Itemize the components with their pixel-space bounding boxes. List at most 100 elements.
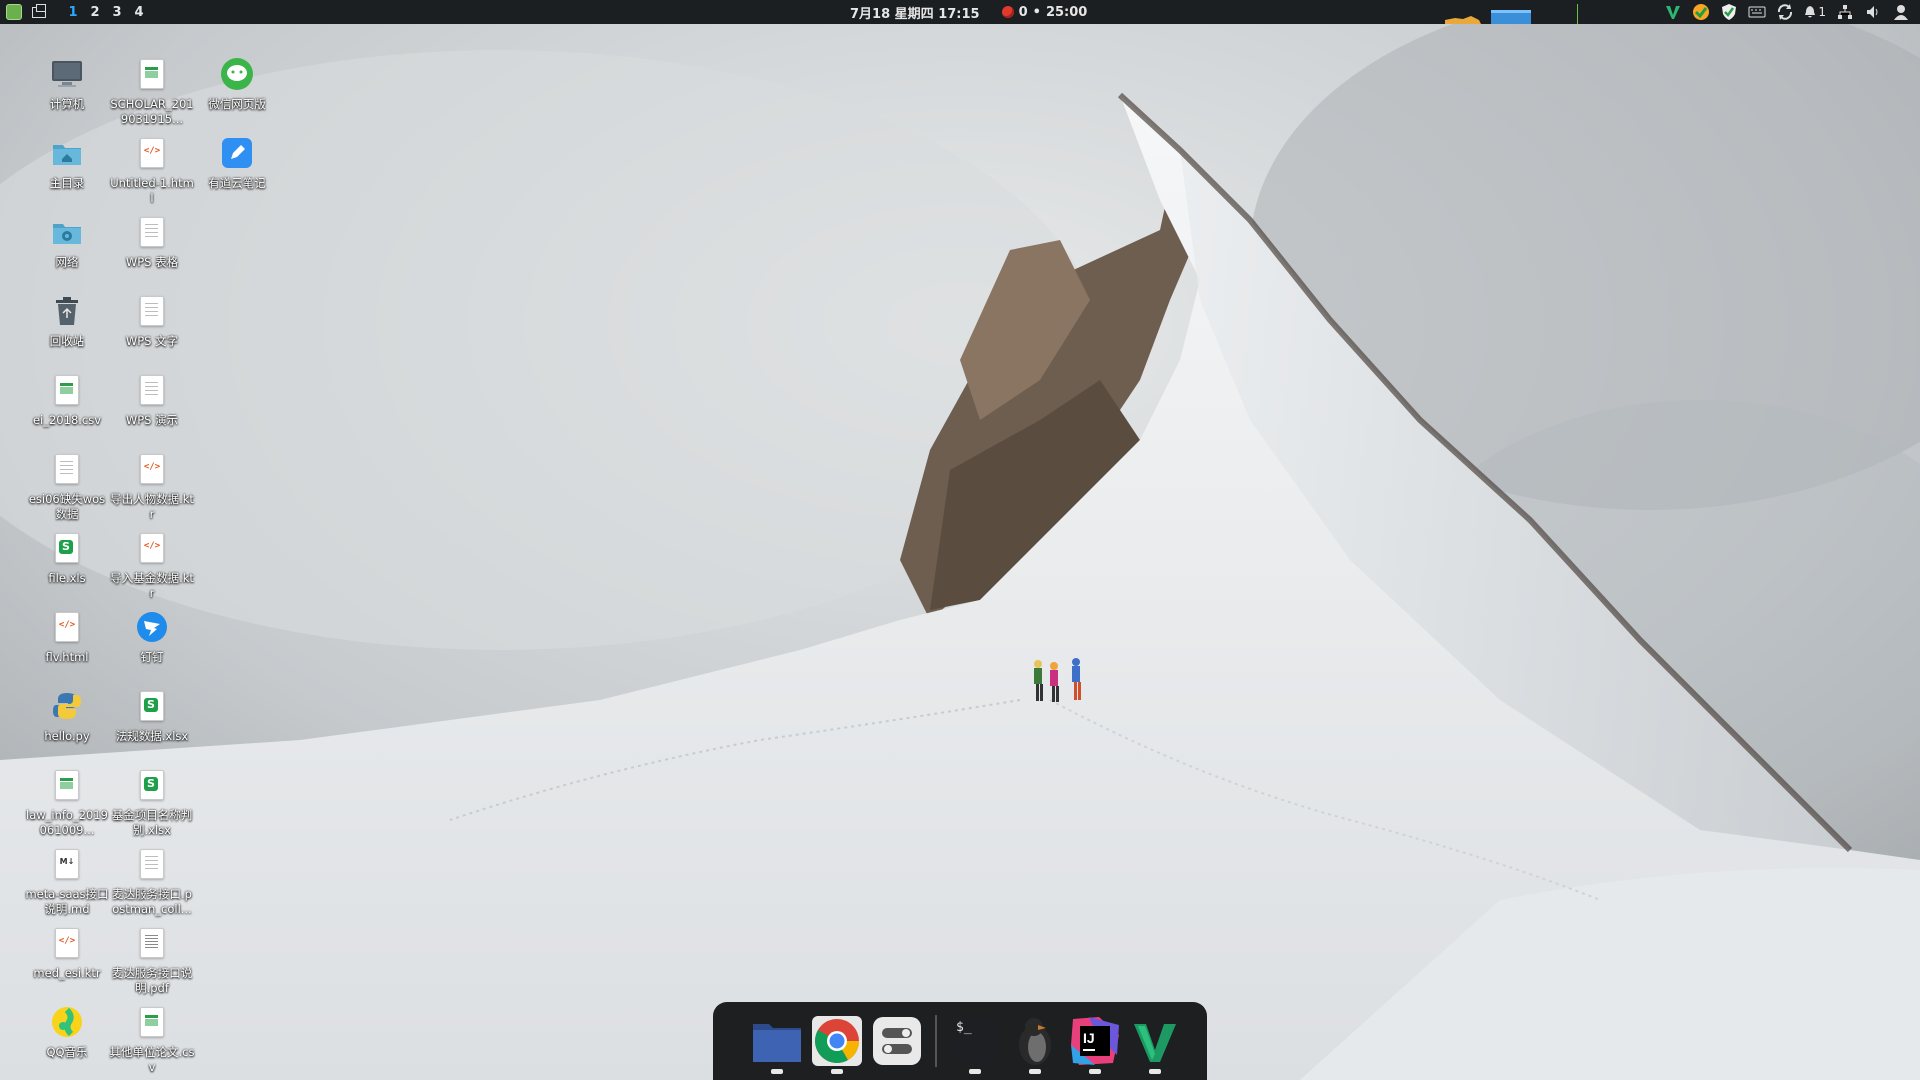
desktop-icon-home[interactable]: 主目录 — [24, 119, 110, 191]
dock-intellij-idea[interactable]: IJ — [1069, 1010, 1121, 1074]
file-manager-icon — [753, 1024, 801, 1062]
desktop-icon-import-fund-ktr[interactable]: 导入基金数据.ktr — [109, 514, 195, 601]
workspace-3[interactable]: 3 — [108, 5, 126, 20]
penguin-app-icon — [1019, 1018, 1051, 1065]
spreadsheet-icon — [134, 1004, 170, 1040]
desktop-icon-fund-project-xlsx[interactable]: 基金项目名称判别.xlsx — [109, 751, 195, 838]
dock-vim[interactable] — [1129, 1010, 1181, 1074]
intellij-idea-icon: IJ — [1071, 1017, 1119, 1065]
shield-icon[interactable] — [1720, 3, 1738, 21]
vim-icon — [1134, 1024, 1176, 1062]
terminal-icon: $_ — [950, 1016, 1000, 1066]
system-monitor-graph[interactable] — [1445, 4, 1595, 24]
app-launcher-icon[interactable] — [6, 4, 22, 20]
markdown-icon — [49, 846, 85, 882]
intellij-label: IJ — [1083, 1030, 1095, 1046]
qq-music-icon — [49, 1004, 85, 1040]
desktop-icon-ei-2018-csv[interactable]: ei_2018.csv — [24, 356, 110, 428]
dock-settings-toggle[interactable] — [871, 1010, 923, 1072]
desktop-icon-network[interactable]: 网络 — [24, 198, 110, 270]
python-icon — [49, 688, 85, 724]
clock[interactable]: 7月18 星期四 17:15 — [850, 3, 980, 22]
running-indicator — [969, 1069, 981, 1074]
dock-terminal[interactable]: $_ — [949, 1010, 1001, 1074]
desktop-icon-label: 有道云笔记 — [208, 176, 266, 190]
desktop-icon-dingtalk[interactable]: 钉钉 — [109, 593, 195, 665]
window-switcher-icon[interactable] — [32, 3, 46, 18]
code-file-icon — [134, 530, 170, 566]
running-indicator — [1029, 1069, 1041, 1074]
desktop-icon-label: hello.py — [44, 729, 90, 743]
wechat-icon — [219, 56, 255, 92]
top-panel: 1 2 3 4 7月18 星期四 17:15 0 • 25:00 1 — [0, 0, 1920, 24]
desktop-icon-law-data-xlsx[interactable]: 法规数据.xlsx — [109, 672, 195, 744]
desktop-icon-med-esi-ktr[interactable]: med_esi.ktr — [24, 909, 110, 981]
desktop-icon-scholar-file[interactable]: SCHOLAR_2019031915... — [109, 40, 195, 127]
workspace-1[interactable]: 1 — [64, 5, 82, 20]
desktop-icon-wps-presentation[interactable]: WPS 演示 — [109, 356, 195, 428]
running-indicator — [1149, 1069, 1161, 1074]
desktop-icon-label: 微信网页版 — [208, 97, 266, 111]
desktop-icon-label: med_esi.ktr — [33, 966, 101, 980]
trash-icon — [49, 293, 85, 329]
desktop-icon-label: 其他单位论文.csv — [109, 1045, 195, 1074]
desktop-icon-other-papers-csv[interactable]: 其他单位论文.csv — [109, 988, 195, 1075]
desktop-icon-wps-writer[interactable]: WPS 文字 — [109, 277, 195, 349]
html-file-icon — [134, 135, 170, 171]
workspace-2[interactable]: 2 — [86, 5, 104, 20]
sync-icon[interactable] — [1776, 3, 1794, 21]
desktop-icon-label: QQ音乐 — [46, 1045, 88, 1059]
desktop-icon-esi06-data[interactable]: esi06缺失wos数据 — [24, 435, 110, 522]
network-icon[interactable] — [1836, 3, 1854, 21]
desktop-icon-youdao-note[interactable]: 有道云笔记 — [194, 119, 280, 191]
workspace-4[interactable]: 4 — [130, 5, 148, 20]
desktop-icon-meta-saas-md[interactable]: meta-saas接口说明.md — [24, 830, 110, 917]
dock-penguin-app[interactable] — [1009, 1010, 1061, 1074]
spreadsheet-icon — [49, 372, 85, 408]
desktop-icon-export-person-ktr[interactable]: 导出人物数据.ktr — [109, 435, 195, 522]
volume-icon[interactable] — [1864, 3, 1882, 21]
desktop-icon-label: 回收站 — [49, 334, 85, 348]
desktop-icon-label: 网络 — [55, 255, 79, 269]
code-file-icon — [49, 925, 85, 961]
desktop-icon-trash[interactable]: 回收站 — [24, 277, 110, 349]
spreadsheet-icon — [49, 767, 85, 803]
desktop-icon-postman-collection[interactable]: 麦达服务接口.postman_coll... — [109, 830, 195, 917]
panel-center: 7月18 星期四 17:15 0 • 25:00 — [850, 0, 1087, 24]
spreadsheet-icon — [134, 56, 170, 92]
pomodoro-timer[interactable]: 0 • 25:00 — [1001, 4, 1088, 20]
desktop-icon-label: WPS 演示 — [125, 413, 179, 427]
youdao-note-icon — [219, 135, 255, 171]
desktop-icon-label: 主目录 — [49, 176, 85, 190]
document-icon — [134, 214, 170, 250]
pomodoro-count: 0 — [1018, 4, 1028, 20]
desktop-icon-law-info[interactable]: law_info_2019061009... — [24, 751, 110, 838]
desktop-icon-qq-music[interactable]: QQ音乐 — [24, 988, 110, 1060]
desktop-icon-grid: 计算机 SCHOLAR_2019031915... 微信网页版 主目录 Unti… — [0, 24, 300, 1074]
desktop-icon-computer[interactable]: 计算机 — [24, 40, 110, 112]
dock-file-manager[interactable] — [751, 1010, 803, 1074]
xls-icon — [49, 530, 85, 566]
dock-chrome[interactable] — [811, 1010, 863, 1074]
desktop-icon-api-doc-pdf[interactable]: 麦达服务接口说明.pdf — [109, 909, 195, 996]
tomato-icon — [1001, 6, 1014, 18]
dock-separator — [935, 1015, 937, 1067]
desktop-icon-flv-html[interactable]: flv.html — [24, 593, 110, 665]
desktop-icon-label: 钉钉 — [140, 650, 164, 664]
dock: $_ IJ — [713, 1002, 1207, 1080]
running-indicator — [1089, 1069, 1101, 1074]
keyboard-icon[interactable] — [1748, 3, 1766, 21]
desktop-icon-hello-py[interactable]: hello.py — [24, 672, 110, 744]
desktop-icon-untitled-html[interactable]: Untitled-1.html — [109, 119, 195, 206]
desktop-icon-file-xls[interactable]: file.xls — [24, 514, 110, 586]
desktop-icon-wps-sheet[interactable]: WPS 表格 — [109, 198, 195, 270]
user-icon[interactable] — [1892, 3, 1910, 21]
vim-icon[interactable] — [1664, 3, 1682, 21]
desktop-icon-wechat[interactable]: 微信网页版 — [194, 40, 280, 112]
notification-count: 1 — [1818, 5, 1826, 19]
computer-icon — [49, 56, 85, 92]
desktop-icon-label: flv.html — [45, 650, 89, 664]
pomodoro-time: 25:00 — [1045, 4, 1088, 20]
qq-icon[interactable] — [1692, 3, 1710, 21]
notification-icon[interactable]: 1 — [1804, 3, 1826, 21]
